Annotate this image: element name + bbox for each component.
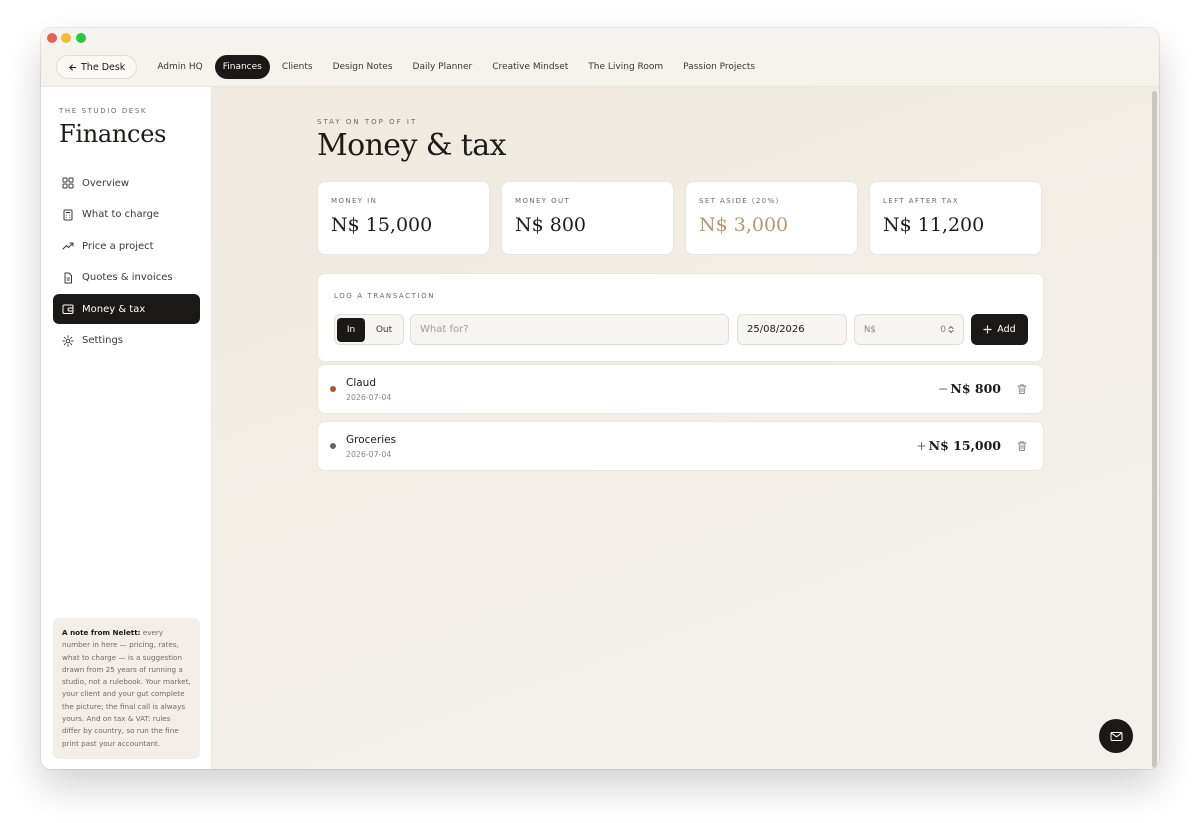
transaction-amount: + N$ 15,000: [916, 438, 1001, 453]
trash-icon[interactable]: [1016, 383, 1028, 395]
tab-passion-projects[interactable]: Passion Projects: [675, 55, 763, 79]
transaction-amount-value: N$ 800: [950, 381, 1001, 396]
sidebar-item-money-tax[interactable]: Money & tax: [53, 294, 200, 324]
stat-card-money-out: MONEY OUT N$ 800: [501, 181, 674, 255]
stat-value: N$ 800: [515, 214, 587, 236]
note-body: every number in here — pricing, rates, w…: [62, 628, 191, 748]
income-dot-icon: [330, 443, 336, 449]
stat-label: LEFT AFTER TAX: [883, 197, 960, 205]
sidebar-item-label: Money & tax: [82, 303, 146, 315]
app-window: The Desk Admin HQ Finances Clients Desig…: [41, 28, 1159, 769]
stats-row: MONEY IN N$ 15,000 MONEY OUT N$ 800 SET …: [317, 181, 1042, 255]
transaction-sign: +: [916, 438, 927, 453]
gear-icon: [62, 334, 74, 347]
currency-label: N$: [864, 324, 876, 335]
note-from-nelett: A note from Nelett: every number in here…: [53, 618, 200, 759]
transaction-row: Groceries 2026-07-04 + N$ 15,000: [317, 421, 1044, 471]
stat-label: MONEY IN: [331, 197, 378, 205]
log-transaction-card: LOG A TRANSACTION In Out 25/08/2026 N$ 0…: [317, 273, 1044, 362]
tab-daily-planner[interactable]: Daily Planner: [405, 55, 481, 79]
sidebar-item-label: What to charge: [82, 209, 160, 220]
message-button[interactable]: [1099, 719, 1133, 753]
what-for-field[interactable]: [410, 314, 729, 345]
toggle-in-button[interactable]: In: [337, 317, 365, 342]
stat-label: SET ASIDE (20%): [699, 197, 780, 205]
tab-creative-mindset[interactable]: Creative Mindset: [484, 55, 576, 79]
tab-clients[interactable]: Clients: [274, 55, 321, 79]
trash-icon[interactable]: [1016, 440, 1028, 452]
stat-value: N$ 15,000: [331, 214, 433, 236]
scrollbar[interactable]: [1152, 91, 1157, 768]
transaction-amount: − N$ 800: [938, 381, 1001, 396]
in-out-toggle: In Out: [334, 314, 404, 345]
stat-value: N$ 11,200: [883, 214, 985, 236]
back-to-desk-button[interactable]: The Desk: [56, 55, 138, 79]
transaction-row: Claud 2026-07-04 − N$ 800: [317, 364, 1044, 414]
sidebar-item-label: Overview: [82, 177, 130, 189]
stat-card-left-after-tax: LEFT AFTER TAX N$ 11,200: [869, 181, 1042, 255]
sidebar-item-label: Price a project: [82, 240, 154, 252]
toggle-out-button[interactable]: Out: [370, 318, 398, 342]
note-lead: A note from Nelett:: [62, 628, 141, 637]
sidebar: THE STUDIO DESK Finances Overview What t…: [41, 87, 212, 769]
sidebar-item-label: Quotes & invoices: [82, 272, 173, 283]
expense-dot-icon: [330, 386, 336, 392]
top-navigation: The Desk Admin HQ Finances Clients Desig…: [41, 48, 1159, 87]
amount-input[interactable]: N$ 0: [854, 314, 964, 345]
tab-finances[interactable]: Finances: [214, 55, 270, 79]
add-button-label: Add: [997, 324, 1016, 335]
page-title: Money & tax: [317, 128, 506, 163]
envelope-icon: [1110, 731, 1122, 741]
sidebar-title: Finances: [59, 120, 167, 148]
grid-icon: [62, 177, 74, 189]
stat-value: N$ 3,000: [699, 214, 789, 236]
calculator-icon: [63, 209, 73, 220]
sidebar-item-settings[interactable]: Settings: [53, 326, 200, 356]
stat-label: MONEY OUT: [515, 197, 571, 205]
main-content: STAY ON TOP OF IT Money & tax MONEY IN N…: [212, 87, 1159, 769]
sidebar-item-what-to-charge[interactable]: What to charge: [53, 200, 200, 230]
sidebar-item-overview[interactable]: Overview: [53, 168, 200, 198]
document-icon: [64, 272, 72, 283]
transaction-amount-value: N$ 15,000: [928, 438, 1001, 453]
stepper-icon[interactable]: [948, 325, 954, 334]
title-bar: [41, 28, 1159, 48]
add-transaction-button[interactable]: Add: [971, 314, 1028, 345]
sidebar-item-price-a-project[interactable]: Price a project: [53, 231, 200, 261]
sidebar-item-quotes-invoices[interactable]: Quotes & invoices: [53, 263, 200, 293]
back-button-label: The Desk: [81, 61, 126, 73]
page-eyebrow: STAY ON TOP OF IT: [317, 118, 418, 126]
stat-card-set-aside: SET ASIDE (20%) N$ 3,000: [685, 181, 858, 255]
stat-card-money-in: MONEY IN N$ 15,000: [317, 181, 490, 255]
close-window-button[interactable]: [47, 33, 57, 43]
arrow-left-icon: [69, 63, 77, 71]
transaction-date: 2026-07-04: [346, 393, 392, 402]
plus-icon: [983, 325, 992, 334]
amount-value-wrap: 0: [940, 325, 954, 335]
transaction-name: Groceries: [346, 434, 397, 446]
minimize-window-button[interactable]: [61, 33, 71, 43]
what-for-input[interactable]: [420, 324, 719, 335]
date-input[interactable]: 25/08/2026: [737, 314, 847, 345]
transaction-sign: −: [937, 381, 949, 396]
sidebar-eyebrow: THE STUDIO DESK: [59, 107, 148, 115]
sidebar-menu: Overview What to charge Price a project …: [53, 168, 200, 357]
maximize-window-button[interactable]: [76, 33, 86, 43]
trend-up-icon: [62, 242, 74, 250]
wallet-icon: [62, 304, 74, 314]
transaction-name: Claud: [346, 377, 377, 389]
tab-design-notes[interactable]: Design Notes: [325, 55, 401, 79]
tab-the-living-room[interactable]: The Living Room: [580, 55, 671, 79]
tab-admin-hq[interactable]: Admin HQ: [149, 55, 210, 79]
transaction-date: 2026-07-04: [346, 450, 392, 459]
log-transaction-label: LOG A TRANSACTION: [334, 292, 436, 300]
sidebar-item-label: Settings: [82, 335, 124, 346]
amount-value: 0: [940, 324, 946, 335]
